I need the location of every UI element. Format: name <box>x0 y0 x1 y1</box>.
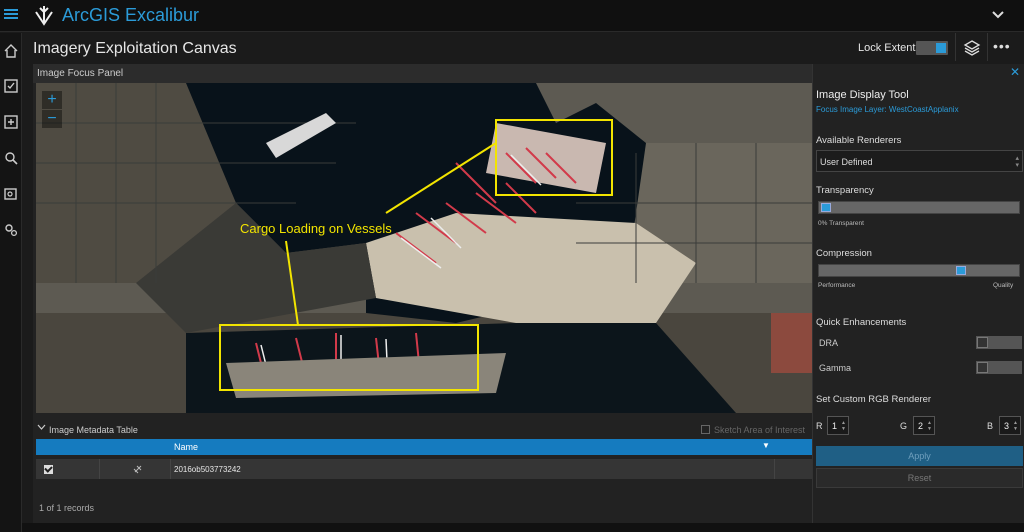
zoom-in-button[interactable]: + <box>42 91 62 109</box>
bottom-bar <box>22 523 1024 532</box>
search-icon[interactable] <box>3 150 19 166</box>
row-image-name: 2016ob503773242 <box>174 465 241 474</box>
table-row[interactable]: 2016ob503773242 <box>36 459 812 479</box>
sketch-aoi-button[interactable]: Sketch Area of Interest <box>701 425 805 435</box>
layers-icon[interactable] <box>963 39 981 57</box>
column-name-header[interactable]: Name <box>174 442 198 452</box>
annotation-label: Cargo Loading on Vessels <box>240 221 392 236</box>
app-title: ArcGIS Excalibur <box>62 5 200 25</box>
select-arrows-icon: ▴ ▾ <box>1015 155 1019 169</box>
top-bar: ArcGIS Excalibur <box>0 0 1024 32</box>
r-band-stepper[interactable]: 1 ▲ ▼ <box>827 416 849 435</box>
column-divider <box>170 459 171 479</box>
transparency-value: 0% Transparent <box>818 220 864 227</box>
header-divider <box>987 33 988 61</box>
excalibur-logo-icon <box>35 6 53 26</box>
transparency-label: Transparency <box>816 185 874 196</box>
add-icon[interactable] <box>3 114 19 130</box>
port-imagery[interactable]: Cargo Loading on Vessels <box>36 83 812 413</box>
metadata-table-title: Image Metadata Table <box>49 425 138 435</box>
rgb-renderer-label: Set Custom RGB Renderer <box>816 394 932 405</box>
close-icon[interactable]: ✕ <box>1010 65 1020 79</box>
page-title: Imagery Exploitation Canvas <box>33 40 237 57</box>
slider-handle[interactable] <box>956 266 967 275</box>
table-column-header[interactable]: Name ▼ <box>36 439 812 455</box>
records-count: 1 of 1 records <box>39 503 95 513</box>
sketch-aoi-label: Sketch Area of Interest <box>714 425 806 435</box>
chevron-down-icon[interactable] <box>992 6 1004 22</box>
gamma-label: Gamma <box>819 363 852 373</box>
left-nav <box>0 33 22 532</box>
sort-caret-icon[interactable]: ▼ <box>762 441 770 450</box>
apply-button[interactable]: Apply <box>816 446 1023 466</box>
collapse-chevron-icon[interactable] <box>37 423 46 433</box>
transparency-slider[interactable] <box>818 201 1020 214</box>
b-label: B <box>987 421 994 431</box>
compression-slider[interactable] <box>818 264 1020 277</box>
renderer-value: User Defined <box>820 157 873 167</box>
image-focus-panel: Image Focus Panel Cargo Loading on Vesse… <box>33 64 812 523</box>
g-label: G <box>900 421 908 431</box>
menu-icon[interactable] <box>4 7 18 21</box>
column-divider <box>774 459 775 479</box>
dra-toggle[interactable] <box>976 336 1022 349</box>
g-value: 2 <box>918 421 924 431</box>
zoom-out-button[interactable]: − <box>42 110 62 128</box>
compression-max-label: Quality <box>993 282 1014 289</box>
r-label: R <box>816 421 823 431</box>
compression-min-label: Performance <box>818 282 856 289</box>
home-icon[interactable] <box>3 43 19 59</box>
satellite-icon[interactable] <box>133 464 143 474</box>
b-value: 3 <box>1004 421 1010 431</box>
b-band-stepper[interactable]: 3 ▲ ▼ <box>999 416 1021 435</box>
tool-title: Image Display Tool <box>816 89 909 101</box>
dra-label: DRA <box>819 338 839 348</box>
image-display-tool: ✕ Image Display Tool Focus Image Layer: … <box>812 64 1024 523</box>
enhancements-label: Quick Enhancements <box>816 317 907 328</box>
metadata-table-header: Image Metadata Table Sketch Area of Inte… <box>33 419 812 439</box>
g-band-stepper[interactable]: 2 ▲ ▼ <box>913 416 935 435</box>
lock-extents-toggle[interactable] <box>916 41 948 55</box>
images-icon[interactable] <box>3 186 19 202</box>
slider-handle[interactable] <box>821 203 831 212</box>
renderers-label: Available Renderers <box>816 135 902 146</box>
panel-title: Image Focus Panel <box>37 68 124 79</box>
r-value: 1 <box>832 421 838 431</box>
panel-header: Image Focus Panel <box>33 64 812 83</box>
imagery-map[interactable]: Cargo Loading on Vessels + − <box>36 83 812 413</box>
checklist-icon[interactable] <box>3 78 19 94</box>
row-checkbox[interactable] <box>44 465 53 474</box>
more-options-icon[interactable]: ••• <box>993 38 1011 54</box>
focus-layer-label: Focus Image Layer: WestCoastApplanix <box>816 105 959 114</box>
renderer-select[interactable]: User Defined ▴ ▾ <box>816 150 1023 172</box>
reset-button[interactable]: Reset <box>816 468 1023 488</box>
settings-icon[interactable] <box>3 222 19 238</box>
column-divider <box>99 459 100 479</box>
lock-extents-label: Lock Extents <box>858 42 921 54</box>
sketch-icon <box>701 425 710 434</box>
compression-label: Compression <box>816 248 872 259</box>
gamma-toggle[interactable] <box>976 361 1022 374</box>
header-divider <box>955 33 956 61</box>
